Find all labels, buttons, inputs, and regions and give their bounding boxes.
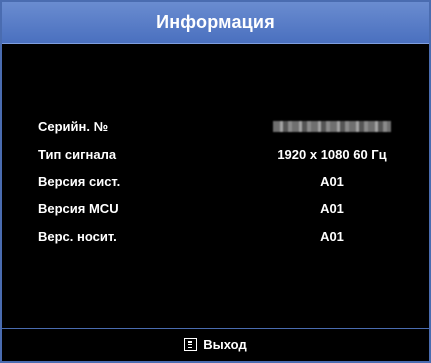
menu-icon	[184, 338, 198, 351]
mcu-version-label: Версия MCU	[38, 201, 119, 216]
serial-number-label: Серийн. №	[38, 119, 109, 134]
serial-number-blurred	[273, 121, 391, 132]
mcu-version-value: A01	[320, 201, 344, 216]
serial-number-value	[242, 119, 422, 135]
info-row-system-version: Версия сист. A01	[38, 174, 418, 194]
media-version-value: A01	[320, 229, 344, 244]
system-version-label: Версия сист.	[38, 174, 121, 189]
system-version-value: A01	[320, 174, 344, 189]
signal-type-label: Тип сигнала	[38, 147, 117, 162]
media-version-label: Верс. носит.	[38, 229, 117, 244]
info-row-mcu-version: Версия MCU A01	[38, 201, 418, 221]
exit-button[interactable]: Выход	[2, 329, 429, 361]
panel-title: Информация	[2, 2, 429, 44]
signal-type-value: 1920 x 1080 60 Гц	[277, 147, 387, 162]
info-row-signal-type: Тип сигнала 1920 x 1080 60 Гц	[38, 147, 418, 167]
info-row-serial: Серийн. №	[38, 119, 418, 139]
exit-label: Выход	[203, 337, 247, 352]
information-osd-panel: Информация Серийн. № Тип сигнала 1920 x …	[0, 0, 431, 363]
info-row-media-version: Верс. носит. A01	[38, 229, 418, 249]
